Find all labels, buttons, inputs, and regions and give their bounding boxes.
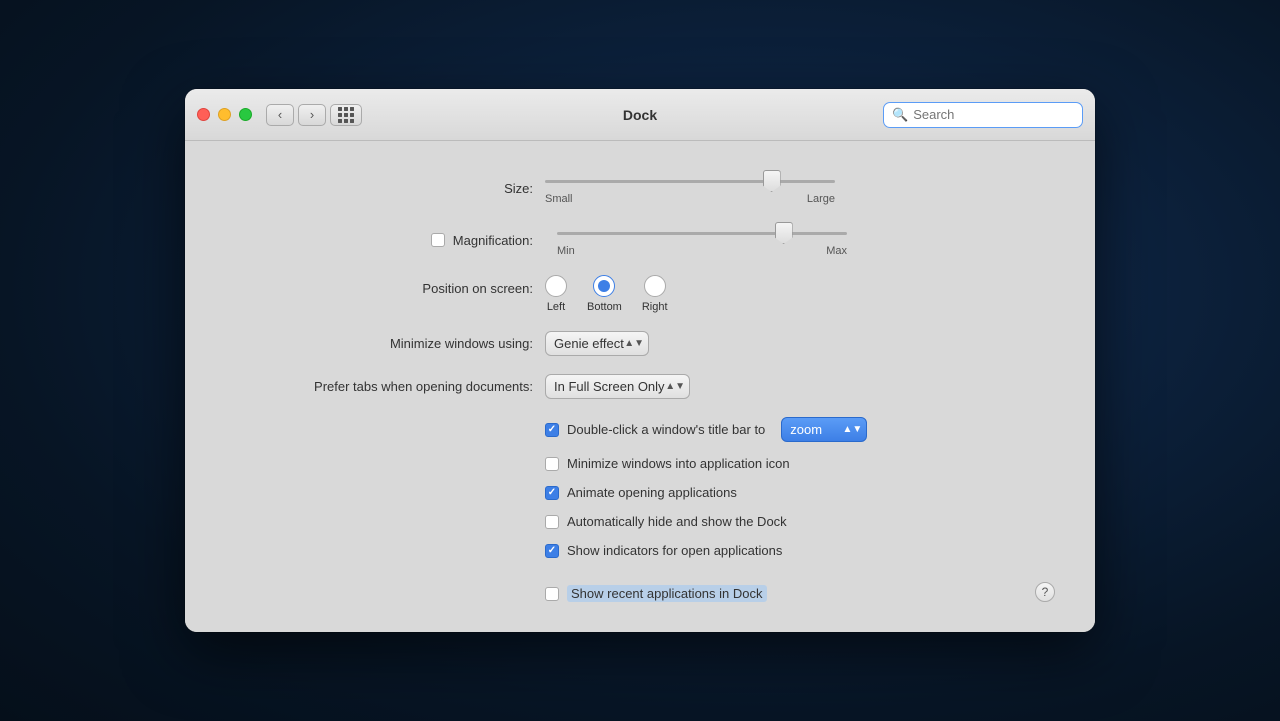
search-box[interactable]: 🔍 <box>883 102 1083 128</box>
checkboxes-section: Double-click a window's title bar to zoo… <box>545 417 1055 602</box>
position-radio-group: Left Bottom Right <box>545 275 668 313</box>
double-click-checkbox[interactable] <box>545 423 559 437</box>
animate-label: Animate opening applications <box>567 485 737 500</box>
zoom-dropdown[interactable]: zoom minimize <box>781 417 867 442</box>
magnification-slider[interactable] <box>557 232 847 235</box>
grid-view-button[interactable] <box>330 104 362 126</box>
search-icon: 🔍 <box>892 107 908 123</box>
bottom-row: Show recent applications in Dock ? <box>545 572 1055 602</box>
position-right[interactable]: Right <box>642 275 668 313</box>
prefer-tabs-label: Prefer tabs when opening documents: <box>225 379 545 394</box>
size-slider[interactable] <box>545 180 835 183</box>
preferences-window: ‹ › Dock 🔍 Size: Small <box>185 89 1095 632</box>
animate-row: Animate opening applications <box>545 485 1055 500</box>
indicators-checkbox[interactable] <box>545 544 559 558</box>
magnification-max-label: Max <box>826 245 847 257</box>
back-button[interactable]: ‹ <box>266 104 294 126</box>
maximize-button[interactable] <box>239 108 252 121</box>
nav-buttons: ‹ › <box>266 104 326 126</box>
magnification-slider-labels: Min Max <box>557 245 847 257</box>
minimize-label: Minimize windows using: <box>225 336 545 351</box>
magnification-label-section: Magnification: <box>225 233 545 248</box>
minimize-row: Minimize windows using: Genie effect Sca… <box>225 331 1055 356</box>
position-left-label: Left <box>547 301 565 313</box>
magnification-checkbox[interactable] <box>431 233 445 247</box>
size-slider-labels: Small Large <box>545 193 835 205</box>
position-right-label: Right <box>642 301 668 313</box>
help-button[interactable]: ? <box>1035 582 1055 602</box>
position-label: Position on screen: <box>225 275 545 296</box>
magnification-min-label: Min <box>557 245 575 257</box>
size-row: Size: Small Large <box>225 171 1055 205</box>
titlebar: ‹ › Dock 🔍 <box>185 89 1095 141</box>
minimize-icon-label: Minimize windows into application icon <box>567 456 790 471</box>
position-row: Position on screen: Left Bottom Right <box>225 275 1055 313</box>
magnification-slider-container: Min Max <box>557 223 847 257</box>
recent-label: Show recent applications in Dock <box>567 585 767 602</box>
double-click-row: Double-click a window's title bar to zoo… <box>545 417 1055 442</box>
magnification-slider-track <box>557 223 847 243</box>
prefer-tabs-dropdown[interactable]: Always In Full Screen Only Manually <box>545 374 690 399</box>
traffic-lights <box>197 108 252 121</box>
animate-checkbox[interactable] <box>545 486 559 500</box>
magnification-row: Magnification: Min Max <box>225 223 1055 257</box>
position-left-radio[interactable] <box>545 275 567 297</box>
close-button[interactable] <box>197 108 210 121</box>
recent-row: Show recent applications in Dock <box>545 585 767 602</box>
position-right-radio[interactable] <box>644 275 666 297</box>
indicators-row: Show indicators for open applications <box>545 543 1055 558</box>
search-input[interactable] <box>913 107 1074 122</box>
size-min-label: Small <box>545 193 573 205</box>
prefer-tabs-dropdown-wrapper: Always In Full Screen Only Manually ▲▼ <box>545 374 690 399</box>
prefer-tabs-row: Prefer tabs when opening documents: Alwa… <box>225 374 1055 399</box>
size-max-label: Large <box>807 193 835 205</box>
auto-hide-label: Automatically hide and show the Dock <box>567 514 787 529</box>
size-slider-track <box>545 171 835 191</box>
minimize-icon-row: Minimize windows into application icon <box>545 456 1055 471</box>
double-click-label: Double-click a window's title bar to <box>567 422 765 437</box>
recent-checkbox[interactable] <box>545 587 559 601</box>
position-bottom-label: Bottom <box>587 301 622 313</box>
auto-hide-checkbox[interactable] <box>545 515 559 529</box>
window-title: Dock <box>623 107 657 123</box>
auto-hide-row: Automatically hide and show the Dock <box>545 514 1055 529</box>
position-left[interactable]: Left <box>545 275 567 313</box>
forward-button[interactable]: › <box>298 104 326 126</box>
grid-icon <box>338 107 354 123</box>
indicators-label: Show indicators for open applications <box>567 543 782 558</box>
minimize-dropdown-wrapper: Genie effect Scale effect ▲▼ <box>545 331 649 356</box>
zoom-dropdown-wrapper: zoom minimize ▲▼ <box>781 417 867 442</box>
minimize-dropdown[interactable]: Genie effect Scale effect <box>545 331 649 356</box>
position-bottom[interactable]: Bottom <box>587 275 622 313</box>
position-bottom-radio[interactable] <box>593 275 615 297</box>
settings-content: Size: Small Large Magnification: <box>185 141 1095 632</box>
magnification-label: Magnification: <box>453 233 533 248</box>
minimize-icon-checkbox[interactable] <box>545 457 559 471</box>
minimize-button[interactable] <box>218 108 231 121</box>
size-label: Size: <box>225 181 545 196</box>
size-slider-container: Small Large <box>545 171 835 205</box>
